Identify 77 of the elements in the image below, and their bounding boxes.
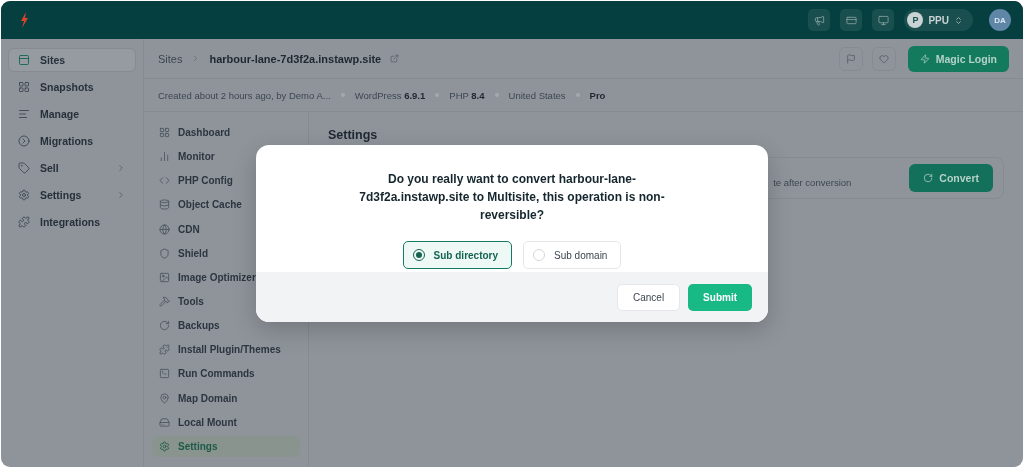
sidebar-item[interactable]: Manage [8, 102, 136, 126]
hammer-icon [159, 296, 170, 307]
refresh-icon [923, 173, 934, 183]
megaphone-icon [813, 14, 825, 26]
monitor-button[interactable] [872, 9, 895, 31]
site-nav-item[interactable]: Image Optimizer [152, 266, 300, 288]
chevrons-icon [954, 15, 963, 25]
radio-option[interactable]: Sub directory [402, 241, 513, 269]
heart-icon [878, 53, 889, 64]
team-selector[interactable]: P PPU [904, 9, 973, 31]
sidebar-item[interactable]: Snapshots [8, 75, 136, 99]
cancel-button[interactable]: Cancel [616, 283, 681, 311]
site-nav-item[interactable]: Tools [152, 291, 300, 312]
card-icon [845, 14, 857, 26]
monitor-icon [877, 14, 889, 26]
zap-icon [919, 53, 930, 64]
site-name: harbour-lane-7d3f2a.instawp.site [209, 52, 382, 65]
site-nav-item[interactable]: Dashboard [152, 122, 300, 143]
panel-icon [18, 54, 30, 66]
card-description: te after conversion [773, 176, 852, 188]
shield-icon [159, 247, 170, 259]
team-initial: P [907, 12, 924, 28]
globe-icon [159, 223, 170, 235]
radio-option[interactable]: Sub domain [523, 241, 622, 269]
magic-login-button[interactable]: Magic Login [907, 45, 1009, 72]
card-button[interactable] [840, 9, 863, 31]
site-nav-item[interactable]: Object Cache [152, 194, 300, 216]
site-nav-item[interactable]: PHP Config [152, 170, 300, 192]
map-pin-icon [159, 392, 170, 404]
puzzle-icon [18, 216, 30, 228]
breadcrumb-link[interactable]: Sites [158, 52, 183, 65]
database-icon [159, 199, 170, 211]
puzzle-icon [159, 344, 170, 356]
code-icon [159, 175, 170, 187]
sidebar-item[interactable]: Settings [8, 183, 136, 207]
sidebar-item[interactable]: Integrations [8, 210, 136, 234]
site-nav-item[interactable]: Run Commands [152, 363, 300, 385]
site-nav-item[interactable]: Monitor [152, 146, 300, 167]
site-meta: WordPress 6.9.1 [354, 89, 426, 101]
image-icon [159, 271, 170, 283]
settings-icon [18, 189, 30, 201]
megaphone-button[interactable] [808, 9, 831, 31]
grid-icon [159, 126, 170, 138]
sidebar-item[interactable]: Sites [8, 48, 136, 72]
submit-button[interactable]: Submit [688, 283, 752, 311]
settings-icon [159, 440, 170, 452]
circle-chevron-icon [18, 135, 30, 147]
logo-icon [19, 12, 29, 28]
site-nav-item[interactable]: Local Mount [152, 411, 300, 433]
chevron-icon [116, 190, 126, 200]
refresh-icon [159, 320, 170, 332]
lines-icon [18, 108, 30, 120]
dialog-message: Do you really want to convert harbour-lane-7d3f2a.instawp.site to Multisite, this operation is non-reversible? [358, 171, 666, 224]
grid-icon [18, 81, 30, 93]
site-meta: PHP 8.4 [449, 89, 485, 101]
site-nav-item[interactable]: Shield [152, 242, 300, 264]
site-meta: Pro [589, 89, 606, 101]
convert-button[interactable]: Convert [909, 164, 993, 192]
chevron-icon [116, 163, 126, 173]
external-link-icon [390, 54, 400, 63]
terminal-icon [159, 368, 170, 380]
section-title: Settings [328, 128, 379, 142]
sidebar-item[interactable]: Sell [8, 156, 136, 180]
flag-button[interactable] [838, 46, 863, 71]
site-nav-item[interactable]: Install Plugin/Themes [152, 339, 300, 361]
drive-icon [159, 416, 170, 428]
site-nav-item[interactable]: Settings [152, 436, 300, 457]
site-meta: United States [508, 89, 566, 101]
bar-chart-icon [159, 151, 170, 163]
tag-icon [18, 162, 30, 174]
sidebar-item[interactable]: Migrations [8, 129, 136, 153]
flag-icon [845, 53, 856, 64]
site-nav-item[interactable]: CDN [152, 218, 300, 240]
site-nav-item[interactable]: Backups [152, 315, 300, 337]
site-nav-item[interactable]: Map Domain [152, 387, 300, 409]
site-meta: Created about 2 hours ago, by Demo A... [158, 89, 331, 101]
user-avatar[interactable]: DA [989, 9, 1011, 31]
